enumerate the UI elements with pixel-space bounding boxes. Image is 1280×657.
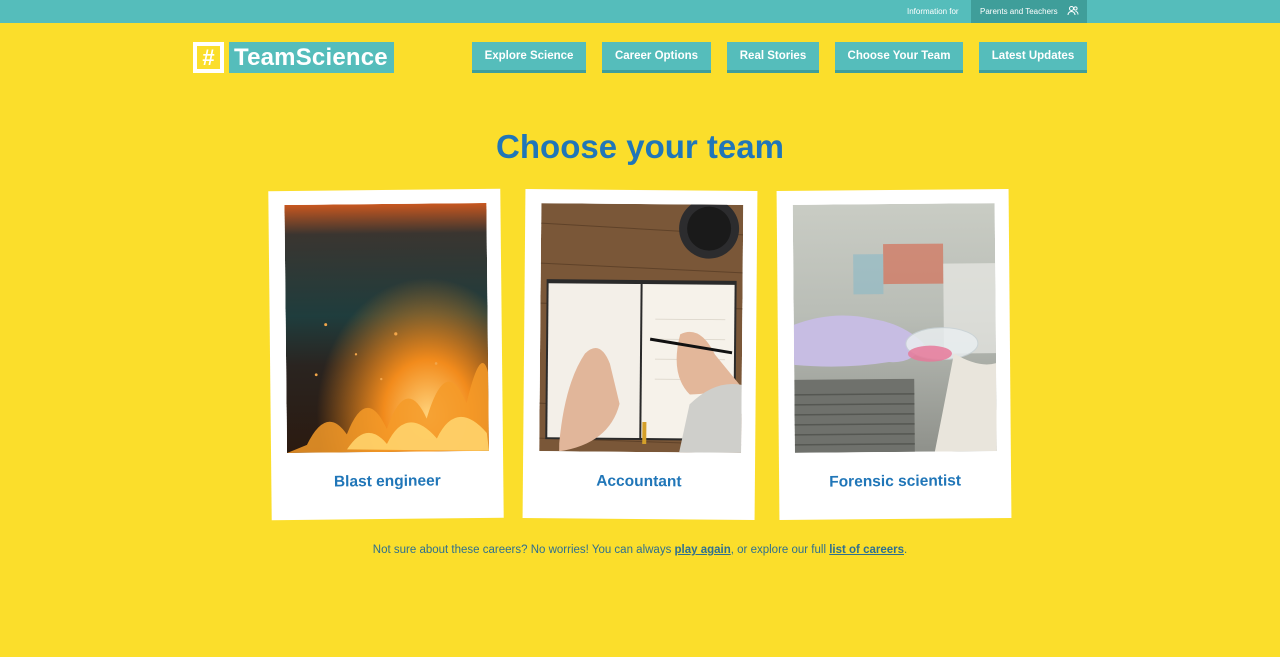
hash-logo-mark: # — [193, 42, 224, 73]
play-again-link[interactable]: play again — [675, 544, 731, 556]
nav-career-options[interactable]: Career Options — [602, 42, 711, 73]
footnote-text: Not sure about these careers? No worries… — [372, 544, 908, 556]
logo-wordmark: TeamScience — [229, 42, 394, 73]
page-title: Choose your team — [496, 128, 784, 165]
fire-explosion-photo — [284, 202, 490, 454]
nav-real-stories[interactable]: Real Stories — [727, 42, 819, 73]
people-icon — [1067, 5, 1079, 19]
nav-choose-your-team[interactable]: Choose Your Team — [835, 42, 963, 73]
parents-teachers-link[interactable]: Parents and Teachers — [971, 0, 1087, 23]
lab-petri-dish-photo — [792, 203, 997, 453]
teamscience-logo[interactable]: # TeamScience — [193, 42, 394, 73]
career-card-label: Accountant — [596, 472, 682, 491]
notebook-writing-photo — [539, 203, 744, 453]
nav-latest-updates[interactable]: Latest Updates — [979, 42, 1087, 73]
career-card-label: Forensic scientist — [829, 472, 962, 491]
nav-explore-science[interactable]: Explore Science — [472, 42, 586, 73]
parents-teachers-label: Parents and Teachers — [980, 7, 1058, 16]
career-card-forensic-scientist[interactable]: Forensic scientist — [776, 188, 1012, 521]
career-card-label: Blast engineer — [333, 472, 441, 491]
information-for-label: Information for — [907, 7, 959, 16]
career-card-blast-engineer[interactable]: Blast engineer — [268, 188, 504, 521]
list-of-careers-link[interactable]: list of careers — [829, 544, 904, 556]
career-card-accountant[interactable]: Accountant — [522, 188, 758, 521]
top-bar: Information for Parents and Teachers — [0, 0, 1280, 23]
